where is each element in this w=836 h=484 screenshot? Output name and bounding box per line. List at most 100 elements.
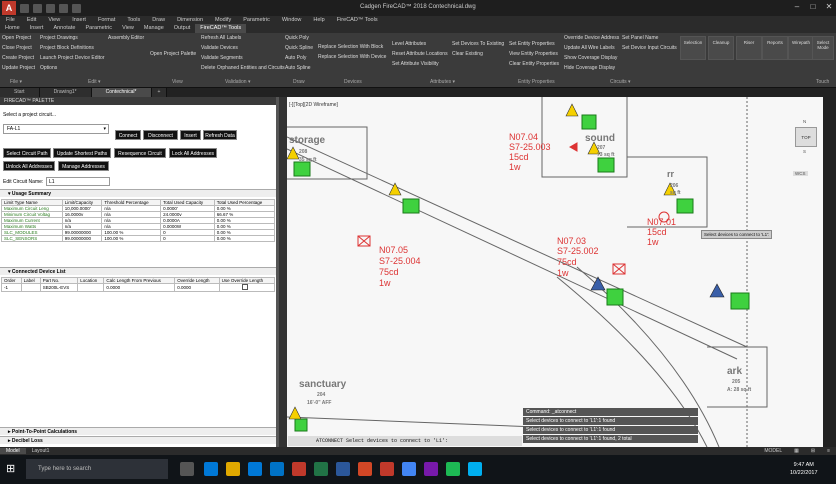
ribbon-open-project-button[interactable]: Open Project [2, 35, 31, 41]
circuit-select[interactable]: FA-L1 ▾ [3, 124, 109, 134]
ribbon-hide-coverage-display-button[interactable]: Hide Coverage Display [564, 65, 615, 71]
ribbon-group-attributes[interactable]: Attributes ▾ [430, 79, 455, 85]
tab-layout1[interactable]: Layout1 [26, 448, 56, 454]
tab-model[interactable]: Model [0, 448, 26, 454]
tab-parametric[interactable]: Parametric [80, 24, 117, 33]
menu-firecad-tools[interactable]: FireCAD™ Tools [331, 16, 384, 24]
menu-tools[interactable]: Tools [121, 16, 146, 24]
autocad-icon[interactable] [292, 462, 306, 476]
word-icon[interactable] [336, 462, 350, 476]
device-marker[interactable] [730, 292, 750, 310]
tab-firecad-tools[interactable]: FireCAD™ Tools [195, 24, 247, 33]
menu-parametric[interactable]: Parametric [237, 16, 276, 24]
save-icon[interactable] [46, 3, 55, 13]
ribbon-clear-entity-properties-button[interactable]: Clear Entity Properties [509, 61, 559, 67]
ribbon-group-circuits[interactable]: Circuits ▾ [610, 79, 631, 85]
redo-icon[interactable] [72, 3, 81, 13]
snap-icon[interactable]: ⊞ [805, 448, 821, 454]
close-icon[interactable]: ✕ [822, 2, 836, 14]
file-tab-drawing1[interactable]: Drawing1* [39, 88, 92, 97]
viewcube[interactable]: TOP [795, 127, 817, 147]
chrome-icon[interactable] [402, 462, 416, 476]
ribbon-wirepath-button[interactable]: Wirepath [788, 36, 814, 60]
tab-output[interactable]: Output [169, 24, 196, 33]
ribbon-validate-segments-button[interactable]: Validate Segments [201, 55, 243, 61]
tab-annotate[interactable]: Annotate [48, 24, 80, 33]
unlock-all-addresses-button[interactable]: Unlock All Addresses [3, 161, 55, 171]
ribbon-options-button[interactable]: Options [40, 65, 57, 71]
connected-devices-header[interactable]: ▾ Connected Device List [0, 267, 276, 275]
p2p-calc-header[interactable]: ▸ Point-To-Point Calculations [0, 427, 276, 435]
ribbon-level-attributes-button[interactable]: Level Attributes [392, 41, 426, 47]
ribbon-riser-button[interactable]: Riser [736, 36, 762, 60]
tab-view[interactable]: View [117, 24, 139, 33]
menu-edit[interactable]: Edit [21, 16, 42, 24]
ribbon-clear-existing-button[interactable]: Clear Existing [452, 51, 483, 57]
skype-icon[interactable] [468, 462, 482, 476]
ribbon-group-edit[interactable]: Edit ▾ [88, 79, 101, 85]
speaker-icon[interactable] [568, 142, 578, 152]
application-menu-button[interactable]: A [2, 1, 16, 15]
ribbon-open-project-palette-button[interactable]: Open Project Palette [150, 51, 196, 57]
ribbon-group-validation[interactable]: Validation ▾ [225, 79, 251, 85]
menu-help[interactable]: Help [307, 16, 330, 24]
system-clock[interactable]: 9:47 AM 10/22/2017 [790, 461, 818, 477]
excel-icon[interactable] [314, 462, 328, 476]
tab-home[interactable]: Home [0, 24, 25, 33]
file-tab-start[interactable]: Start [0, 88, 40, 97]
table-row[interactable]: SLC_SENSORS 99.00000000 100.00 % 0 0.00 % [1, 235, 276, 242]
ribbon-select-mode-button[interactable]: Select Mode [812, 36, 834, 60]
file-tab-contechnical[interactable]: Contechnical* [91, 88, 152, 97]
tab-insert[interactable]: Insert [25, 24, 49, 33]
insert-button[interactable]: Insert [180, 130, 201, 140]
ribbon-set-panel-name-button[interactable]: Set Panel Name [622, 35, 658, 41]
menu-format[interactable]: Format [92, 16, 121, 24]
decibel-loss-header[interactable]: ▸ Decibel Loss [0, 436, 276, 444]
override-checkbox[interactable] [241, 284, 248, 290]
menu-file[interactable]: File [0, 16, 21, 24]
update-shortest-paths-button[interactable]: Update Shortest Paths [53, 148, 111, 158]
store-icon[interactable] [248, 462, 262, 476]
ribbon-update-all-wire-labels-button[interactable]: Update All Wire Labels [564, 45, 615, 51]
navigation-bar[interactable] [823, 97, 836, 447]
spotify-icon[interactable] [446, 462, 460, 476]
windows-start-icon[interactable]: ⊞ [6, 463, 18, 475]
ribbon-refresh-all-labels-button[interactable]: Refresh All Labels [201, 35, 241, 41]
maximize-icon[interactable]: □ [806, 2, 820, 14]
menu-view[interactable]: View [42, 16, 66, 24]
viewport-label[interactable]: [-][Top][2D Wireframe] [289, 102, 339, 108]
menu-draw[interactable]: Draw [146, 16, 171, 24]
firecad-icon[interactable] [380, 462, 394, 476]
circuit-name-input[interactable]: L1 [46, 177, 110, 186]
open-icon[interactable] [33, 3, 42, 13]
wcs-menu[interactable]: WCS [793, 171, 808, 176]
device-marker[interactable] [294, 418, 308, 432]
ribbon-project-drawings-button[interactable]: Project Drawings [40, 35, 78, 41]
device-marker[interactable] [676, 198, 694, 214]
tab-manage[interactable]: Manage [139, 24, 169, 33]
device-marker[interactable] [606, 288, 624, 306]
disconnect-button[interactable]: Disconnect [143, 130, 178, 140]
ribbon-delete-orphaned-entities-and-circuits-button[interactable]: Delete Orphaned Entities and Circuits [201, 65, 285, 71]
ribbon-launch-project-device-editor-button[interactable]: Launch Project Device Editor [40, 55, 104, 61]
ribbon-close-project-button[interactable]: Close Project [2, 45, 32, 51]
ribbon-set-devices-to-existing-button[interactable]: Set Devices To Existing [452, 41, 504, 47]
explorer-icon[interactable] [226, 462, 240, 476]
undo-icon[interactable] [59, 3, 68, 13]
new-tab-icon[interactable]: + [151, 88, 168, 97]
ribbon-replace-selection-with-device-button[interactable]: Replace Selection With Device [318, 54, 386, 60]
ribbon-selection-button[interactable]: Selection [680, 36, 706, 60]
ribbon-validate-devices-button[interactable]: Validate Devices [201, 45, 238, 51]
ribbon-cleanup-button[interactable]: Cleanup [708, 36, 734, 60]
palette-side-strip[interactable] [279, 97, 287, 447]
refresh-data-button[interactable]: Refresh Data [203, 130, 237, 140]
taskbar-search-input[interactable]: Type here to search [26, 459, 168, 479]
ribbon-group-file[interactable]: File ▾ [10, 79, 22, 85]
connect-button[interactable]: Connect [115, 130, 141, 140]
ribbon-reports-button[interactable]: Reports [762, 36, 788, 60]
new-icon[interactable] [20, 3, 29, 13]
onenote-icon[interactable] [424, 462, 438, 476]
ribbon-assembly-editor-button[interactable]: Assembly Editor [108, 35, 144, 41]
minimize-icon[interactable]: – [790, 2, 804, 14]
device-marker[interactable] [597, 157, 615, 173]
